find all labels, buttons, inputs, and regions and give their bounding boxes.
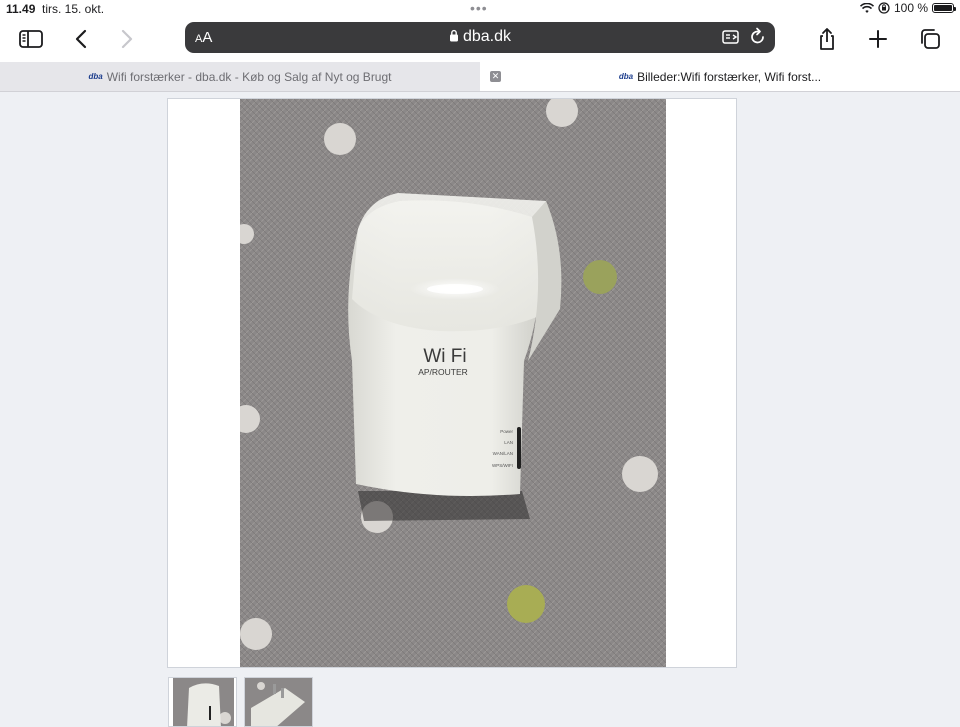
- reload-icon[interactable]: [749, 27, 767, 52]
- tab-listing[interactable]: dba Wifi forstærker - dba.dk - Køb og Sa…: [0, 62, 480, 91]
- page-content: Wi Fi AP/ROUTER Power LAN WAN/LAN WPS/WI…: [0, 92, 960, 727]
- carpet-dot: [507, 585, 545, 623]
- image-viewer[interactable]: Wi Fi AP/ROUTER Power LAN WAN/LAN WPS/WI…: [167, 98, 737, 668]
- led-label-lan: LAN: [504, 440, 513, 445]
- device-model-text: AP/ROUTER: [418, 367, 468, 377]
- back-icon[interactable]: [66, 24, 96, 54]
- tabs-icon[interactable]: [915, 24, 945, 54]
- battery-fill: [934, 5, 952, 11]
- status-date: tirs. 15. okt.: [42, 2, 105, 16]
- tab-title: Billeder:Wifi forstærker, Wifi forst...: [637, 69, 822, 84]
- new-tab-icon[interactable]: [863, 24, 893, 54]
- wifi-icon: [859, 2, 874, 13]
- lock-icon: [449, 29, 458, 42]
- carpet-dot: [240, 618, 272, 650]
- sidebar-icon[interactable]: [16, 24, 46, 54]
- device-shadow: [358, 491, 530, 521]
- dba-logo-icon: dba: [88, 72, 103, 81]
- reader-icon[interactable]: [721, 27, 741, 52]
- led-label-wps-wifi: WPS/WIFI: [492, 463, 513, 468]
- led-label-wan-lan: WAN/LAN: [493, 451, 513, 456]
- status-right: 100 %: [859, 1, 956, 15]
- status-bar: 11.49 tirs. 15. okt. ••• 100 %: [0, 0, 960, 18]
- tab-images[interactable]: ✕ dba Billeder:Wifi forstærker, Wifi for…: [480, 62, 960, 91]
- orientation-lock-icon: [878, 2, 890, 14]
- battery-icon: [932, 3, 956, 13]
- led-light-strip: [517, 427, 521, 469]
- url-field[interactable]: dba.dk: [185, 28, 775, 46]
- address-bar[interactable]: AA dba.dk: [185, 22, 775, 53]
- carpet-dot: [324, 123, 356, 155]
- carpet-dot: [583, 260, 617, 294]
- tab-title: Wifi forstærker - dba.dk - Køb og Salg a…: [106, 69, 392, 84]
- browser-toolbar: AA dba.dk: [0, 18, 960, 62]
- led-label-power: Power: [500, 429, 513, 434]
- url-text: dba.dk: [462, 28, 512, 45]
- carpet-dot: [622, 456, 658, 492]
- tab-bar: dba Wifi forstærker - dba.dk - Køb og Sa…: [0, 62, 960, 92]
- status-time: 11.49: [6, 2, 36, 16]
- close-tab-icon[interactable]: ✕: [490, 71, 501, 82]
- share-icon[interactable]: [812, 24, 842, 54]
- forward-icon[interactable]: [112, 24, 142, 54]
- dba-logo-icon: dba: [618, 72, 634, 81]
- main-photo[interactable]: Wi Fi AP/ROUTER Power LAN WAN/LAN WPS/WI…: [240, 99, 666, 667]
- multitasking-dots-icon[interactable]: •••: [470, 0, 488, 16]
- device-brand-text: Wi Fi: [423, 346, 466, 367]
- battery-percent: 100 %: [893, 1, 928, 15]
